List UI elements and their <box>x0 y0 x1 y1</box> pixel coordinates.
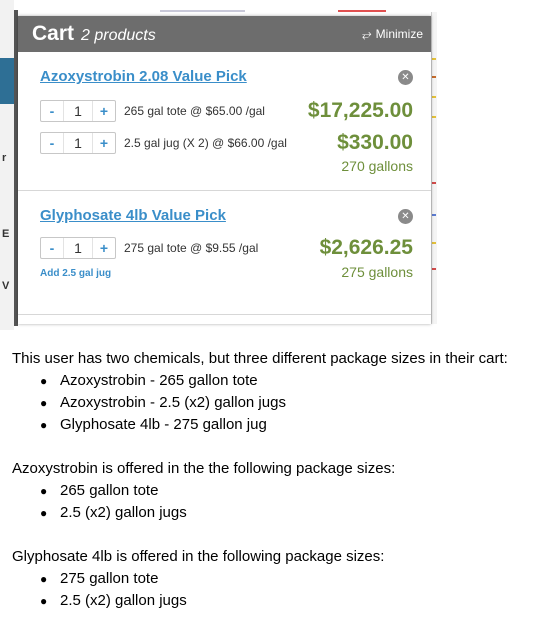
cart-product-count: 2 products <box>81 26 156 44</box>
quantity-stepper: - 1 + <box>40 132 116 154</box>
explanation-text: This user has two chemicals, but three d… <box>12 348 548 612</box>
list-item: Azoxystrobin - 2.5 (x2) gallon jugs <box>40 392 548 414</box>
glyphosate-size-list: 275 gallon tote 2.5 (x2) gallon jugs <box>12 568 548 612</box>
quantity-input[interactable]: 1 <box>63 238 93 258</box>
minimize-label: Minimize <box>375 27 423 41</box>
list-item: 2.5 (x2) gallon jugs <box>40 502 548 524</box>
increment-button[interactable]: + <box>93 103 115 119</box>
package-description: 2.5 gal jug (X 2) @ $66.00 /gal <box>124 136 287 150</box>
background-text: V <box>2 280 10 292</box>
list-item: 2.5 (x2) gallon jugs <box>40 590 548 612</box>
list-item: Azoxystrobin - 265 gallon tote <box>40 370 548 392</box>
background-text: r <box>2 152 7 164</box>
background-mark <box>432 242 436 244</box>
quantity-input[interactable]: 1 <box>63 133 93 153</box>
product-link[interactable]: Azoxystrobin 2.08 Value Pick <box>40 68 247 85</box>
list-item: Glyphosate 4lb - 275 gallon jug <box>40 414 548 436</box>
increment-button[interactable]: + <box>93 240 115 256</box>
background-mark <box>432 76 436 78</box>
product-link[interactable]: Glyphosate 4lb Value Pick <box>40 207 226 224</box>
background-divider <box>160 10 245 12</box>
cart-title: Cart <box>32 22 75 45</box>
line-price: $330.00 <box>337 131 413 154</box>
quantity-stepper: - 1 + <box>40 100 116 122</box>
increment-button[interactable]: + <box>93 135 115 151</box>
background-mark <box>432 182 436 184</box>
decrement-button[interactable]: - <box>41 103 63 119</box>
background-mark <box>432 58 436 60</box>
cart-item: Glyphosate 4lb Value Pick ✕ - 1 + 275 ga… <box>18 191 431 315</box>
minimize-button[interactable]: ⥂ Minimize <box>362 27 423 42</box>
cart-line: - 1 + 2.5 gal jug (X 2) @ $66.00 /gal $3… <box>40 131 413 155</box>
list-item: 275 gallon tote <box>40 568 548 590</box>
cart-item: Azoxystrobin 2.08 Value Pick ✕ - 1 + 265… <box>18 52 431 191</box>
package-description: 275 gal tote @ $9.55 /gal <box>124 241 259 255</box>
remove-item-close-icon[interactable]: ✕ <box>398 70 413 85</box>
decrement-button[interactable]: - <box>41 240 63 256</box>
list-item: 265 gallon tote <box>40 480 548 502</box>
background-mark <box>432 268 436 270</box>
quantity-stepper: - 1 + <box>40 237 116 259</box>
add-jug-link[interactable]: Add 2.5 gal jug <box>40 268 111 279</box>
line-price: $17,225.00 <box>307 99 413 122</box>
quantity-input[interactable]: 1 <box>63 101 93 121</box>
cart-line: - 1 + 275 gal tote @ $9.55 /gal $2,626.2… <box>40 236 413 260</box>
glyphosate-sizes-intro: Glyphosate 4lb is offered in the followi… <box>12 548 385 565</box>
package-description: 265 gal tote @ $65.00 /gal <box>124 104 265 118</box>
remove-item-close-icon[interactable]: ✕ <box>398 209 413 224</box>
line-price: $2,626.25 <box>319 236 413 259</box>
minimize-arrows-icon: ⥂ <box>362 26 372 41</box>
cart-panel: Cart 2 products ⥂ Minimize Azoxystrobin … <box>18 16 431 324</box>
background-mark <box>432 96 436 98</box>
background-mark <box>432 116 436 118</box>
azoxystrobin-sizes-intro: Azoxystrobin is offered in the the follo… <box>12 460 396 477</box>
cart-header: Cart 2 products ⥂ Minimize <box>18 16 431 52</box>
decrement-button[interactable]: - <box>41 135 63 151</box>
cart-line: - 1 + 265 gal tote @ $65.00 /gal $17,225… <box>40 99 413 123</box>
background-mark <box>432 214 436 216</box>
total-gallons: 275 gallons <box>341 264 413 280</box>
cart-screenshot: r E V Cart 2 products ⥂ Minimize Azoxyst… <box>0 0 550 330</box>
background-banner <box>0 58 14 104</box>
azoxystrobin-size-list: 265 gallon tote 2.5 (x2) gallon jugs <box>12 480 548 524</box>
background-divider <box>338 10 386 12</box>
cart-package-list: Azoxystrobin - 265 gallon tote Azoxystro… <box>12 370 548 436</box>
background-text: E <box>2 228 10 240</box>
notes-intro: This user has two chemicals, but three d… <box>12 350 508 367</box>
total-gallons: 270 gallons <box>341 158 413 174</box>
